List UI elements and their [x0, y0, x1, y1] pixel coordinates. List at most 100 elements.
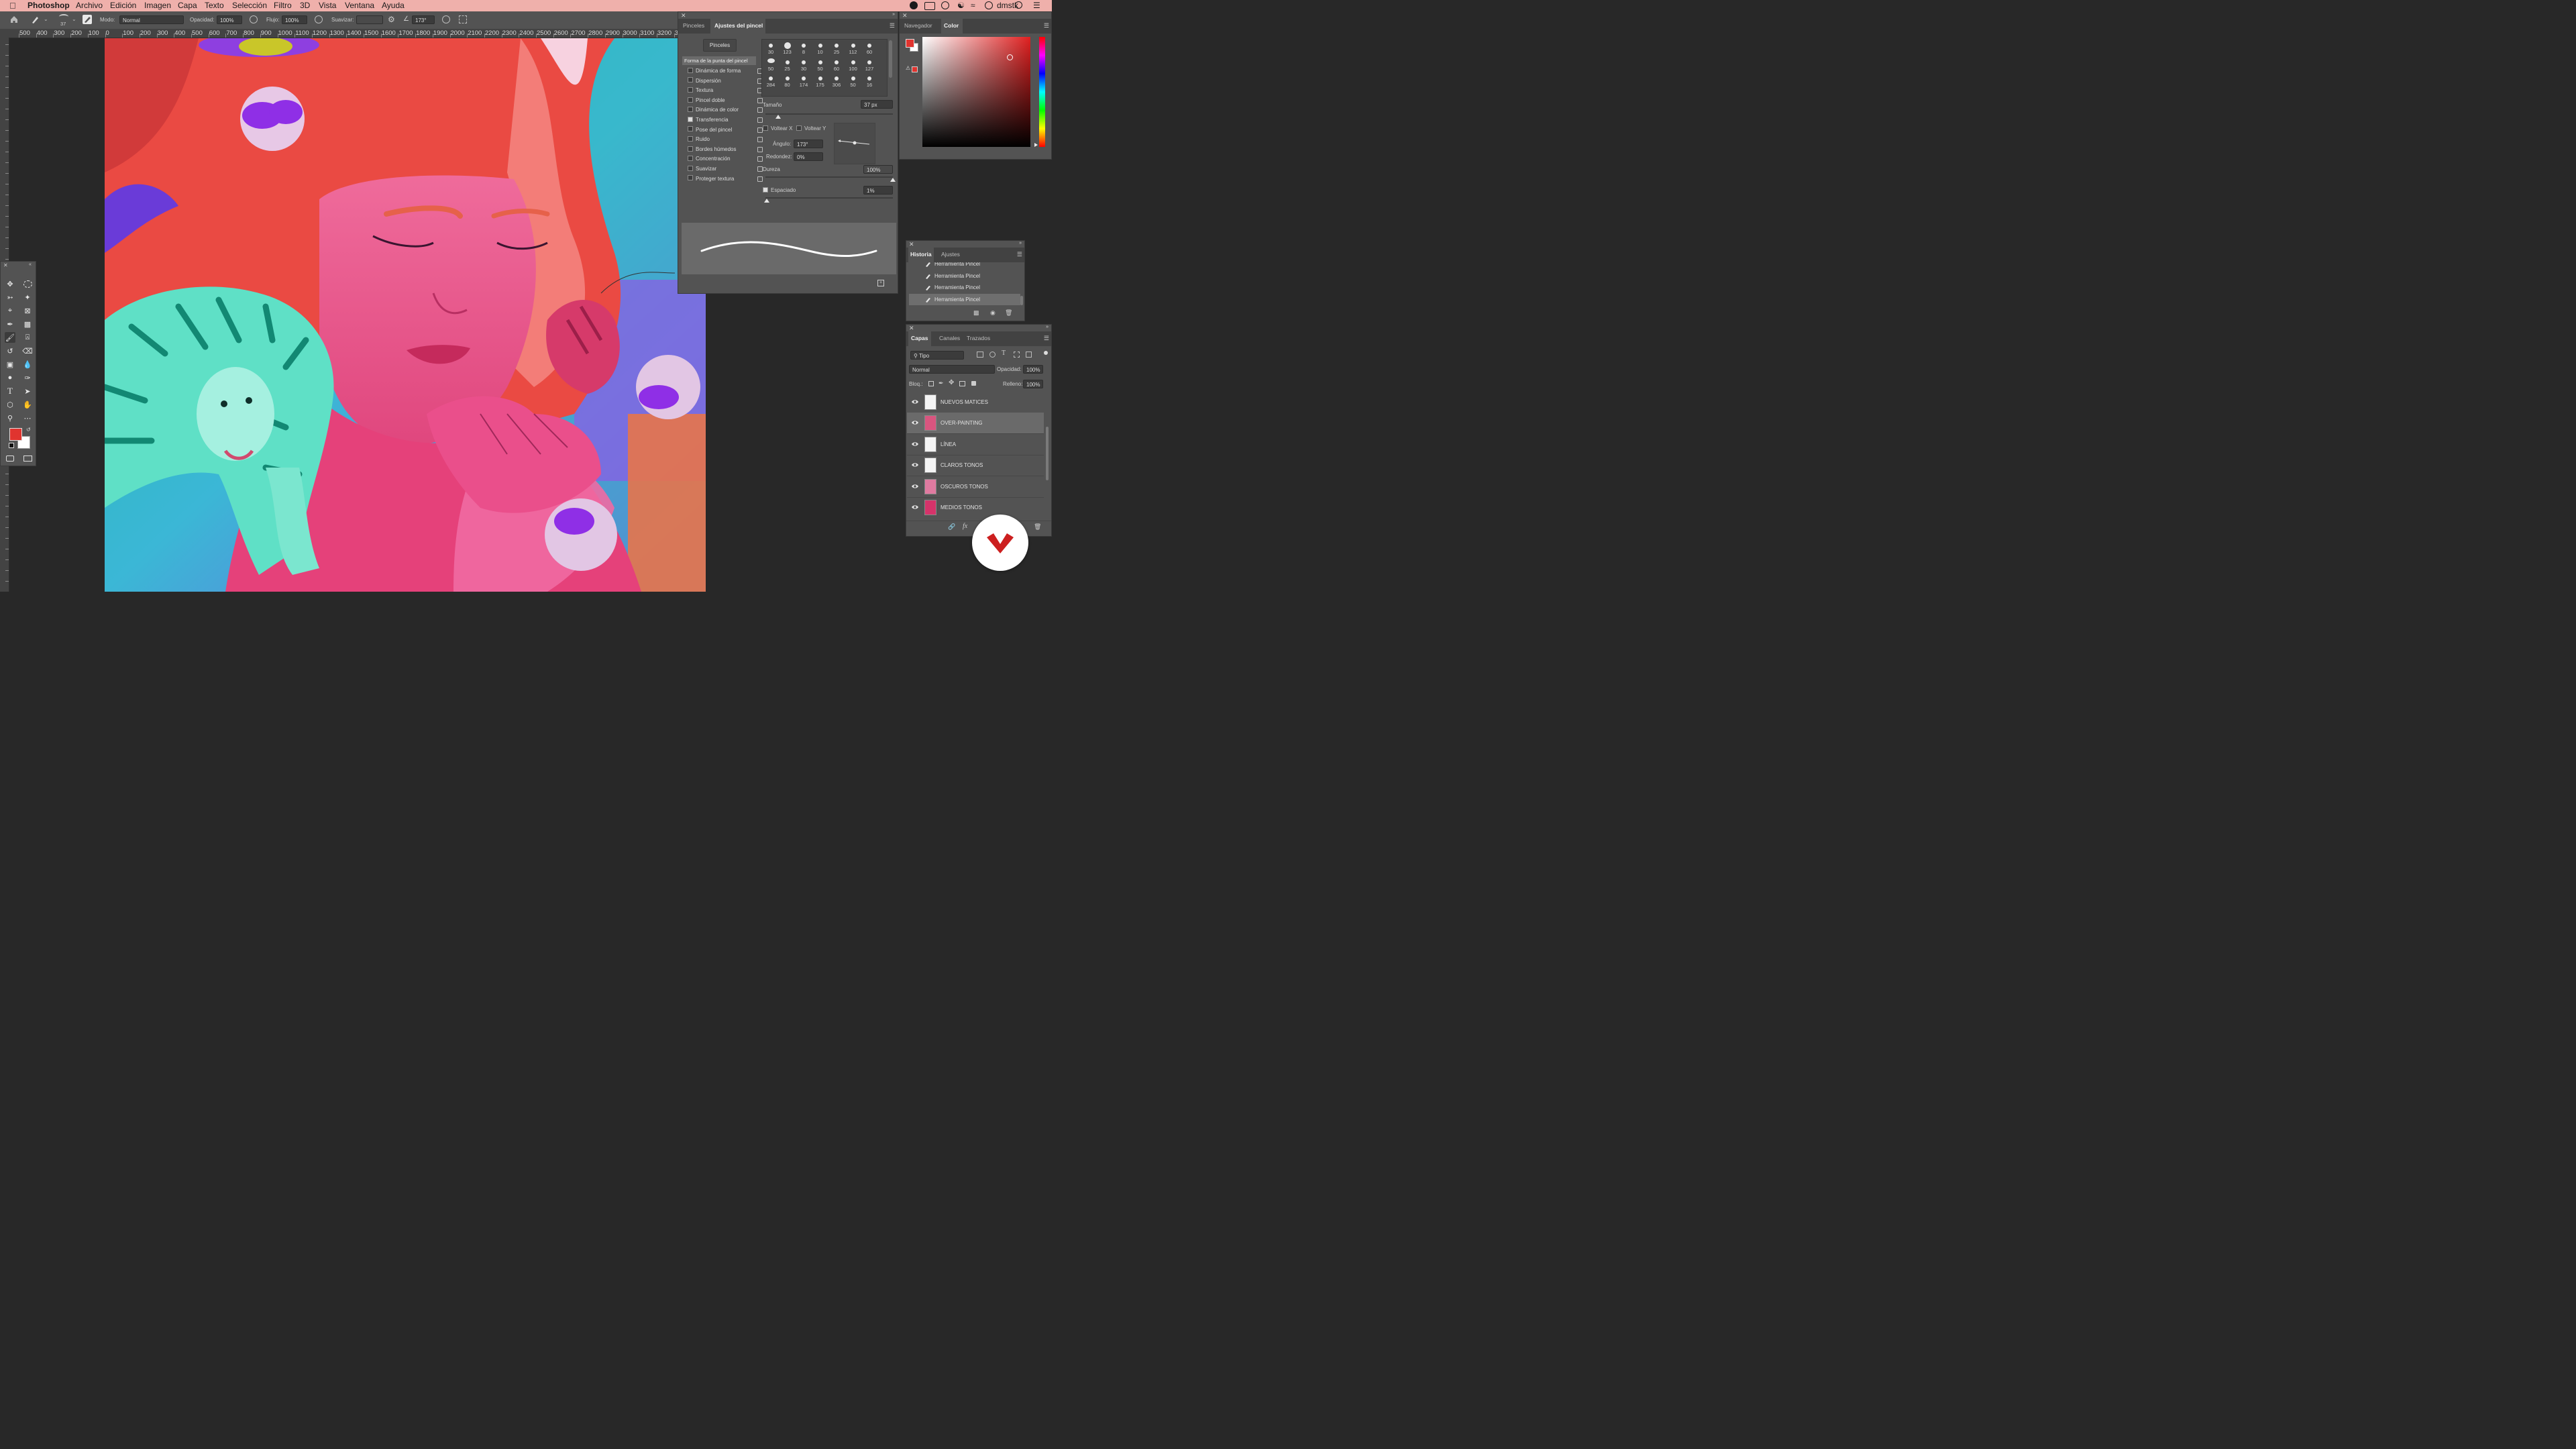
new-document-from-state-icon[interactable]: ▩	[973, 309, 979, 317]
size-slider-thumb[interactable]	[775, 115, 781, 119]
brush-tip-thumbnail[interactable]	[767, 58, 775, 63]
snapshot-camera-icon[interactable]: ◉	[990, 309, 996, 317]
healing-brush-tool-icon[interactable]: ▩	[22, 319, 33, 329]
menu-texto[interactable]: Texto	[205, 1, 224, 10]
hue-slider[interactable]	[1039, 37, 1045, 147]
lock-icon[interactable]	[757, 156, 763, 162]
smooth-input[interactable]	[356, 15, 383, 24]
tab-color[interactable]: Color	[944, 22, 959, 29]
tip-grid-scrollbar[interactable]	[889, 40, 892, 78]
spacing-slider-thumb[interactable]	[763, 199, 769, 203]
menu-archivo[interactable]: Archivo	[76, 1, 103, 10]
layer-row[interactable]: CLAROS TONOS	[907, 455, 1044, 477]
hardness-input[interactable]: 100%	[863, 165, 893, 174]
spacing-slider[interactable]	[763, 197, 893, 203]
color-field[interactable]	[922, 37, 1030, 147]
checkbox[interactable]	[688, 87, 693, 93]
spotlight-search-icon[interactable]	[1015, 1, 1022, 9]
hand-tool-icon[interactable]: ✋	[22, 399, 33, 410]
lasso-tool-icon[interactable]: ➳	[5, 292, 15, 303]
close-icon[interactable]: ✕	[902, 12, 908, 19]
notification-center-icon[interactable]: ☰	[1033, 1, 1040, 10]
flip-x-option[interactable]: Voltear X	[763, 125, 792, 131]
gear-icon[interactable]: ⚙	[388, 15, 395, 24]
swap-colors-icon[interactable]: ↺	[26, 427, 31, 433]
link-layers-icon[interactable]: 🔗	[948, 523, 955, 531]
checkbox[interactable]	[688, 107, 693, 113]
frame-tool-icon[interactable]: ⊠	[22, 305, 33, 316]
sync-icon[interactable]	[941, 1, 949, 9]
roundness-input[interactable]: 0%	[794, 152, 823, 161]
brush-tip-thumbnail[interactable]	[867, 60, 871, 64]
panel-menu-icon[interactable]: ☰	[890, 22, 895, 30]
brush-option-item[interactable]: Textura	[688, 86, 763, 95]
filter-type-icon[interactable]: T	[1002, 350, 1006, 357]
default-colors-icon[interactable]	[9, 443, 14, 448]
lock-image-icon[interactable]: ✒	[938, 380, 944, 387]
checkbox[interactable]	[688, 175, 693, 181]
brush-tip-thumbnail[interactable]	[818, 44, 822, 48]
lock-icon[interactable]	[757, 176, 763, 182]
apple-menu-icon[interactable]: 	[9, 1, 16, 11]
tab-capas[interactable]: Capas	[911, 335, 928, 341]
pen-tool-icon[interactable]: ✑	[22, 372, 33, 383]
tab-trazados[interactable]: Trazados	[967, 335, 990, 341]
menu-filtro[interactable]: Filtro	[274, 1, 292, 10]
wifi-icon[interactable]: ≈	[971, 1, 975, 10]
color-fg-swatch[interactable]	[906, 39, 914, 48]
document-canvas[interactable]	[105, 38, 706, 592]
fill-input[interactable]: 100%	[1023, 380, 1043, 388]
eraser-tool-icon[interactable]: ⌫	[22, 345, 33, 356]
pressure-opacity-icon[interactable]	[250, 15, 258, 23]
layer-row[interactable]: LÍNEA	[907, 434, 1044, 455]
flip-y-option[interactable]: Voltear Y	[796, 125, 826, 131]
history-item[interactable]: Herramienta Pincel	[909, 262, 1020, 270]
layer-row[interactable]: OSCUROS TONOS	[907, 476, 1044, 498]
angle-input[interactable]: 173°	[412, 15, 435, 24]
eye-icon[interactable]	[911, 440, 919, 448]
collapse-icon[interactable]: »	[1019, 241, 1022, 246]
brush-tip-shape-item[interactable]: Forma de la punta del pincel	[682, 56, 756, 65]
brush-option-item[interactable]: Pose del pincel	[688, 125, 763, 134]
brush-option-item[interactable]: Ruido	[688, 135, 763, 144]
brushes-button[interactable]: Pinceles	[703, 39, 737, 52]
brush-option-item[interactable]: Dinámica de forma	[688, 66, 763, 75]
menu-imagen[interactable]: Imagen	[144, 1, 171, 10]
brush-tip-thumbnail[interactable]	[769, 76, 773, 80]
layer-row[interactable]: NUEVOS MATICES	[907, 392, 1044, 413]
layer-style-fx-icon[interactable]: fx	[963, 523, 967, 530]
type-tool-icon[interactable]: T	[5, 386, 15, 396]
layers-scrollbar[interactable]	[1046, 427, 1049, 480]
filter-toggle-icon[interactable]	[1044, 351, 1048, 355]
lock-transparent-icon[interactable]	[928, 381, 934, 386]
brush-tip-grid[interactable]: 30 123 8 10 25 112 60 50 25 30 50 60 100 127 284 80 174 1…	[761, 39, 888, 97]
angle-roundness-preview[interactable]	[834, 123, 875, 164]
app-menu[interactable]: Photoshop	[28, 1, 70, 10]
screen-mode-icon[interactable]	[23, 455, 32, 462]
chevron-down-icon[interactable]: ⌄	[72, 16, 76, 22]
collapse-icon[interactable]: «	[29, 262, 32, 267]
history-scrollbar[interactable]	[1020, 296, 1023, 305]
checkbox[interactable]	[688, 67, 693, 73]
path-selection-tool-icon[interactable]: ➤	[22, 386, 33, 396]
close-icon[interactable]: ✕	[3, 262, 8, 268]
layer-filter-select[interactable]: ⚲ Tipo	[910, 351, 964, 360]
eye-icon[interactable]	[911, 503, 919, 511]
tab-ajustes[interactable]: Ajustes	[941, 251, 960, 258]
filter-shape-icon[interactable]	[1014, 352, 1020, 358]
more-tools-icon[interactable]: ⋯	[22, 413, 33, 423]
chevron-down-icon[interactable]: ⌄	[44, 16, 48, 22]
home-icon[interactable]	[9, 15, 19, 24]
panel-menu-icon[interactable]: ☰	[1044, 22, 1049, 30]
hardness-slider[interactable]	[765, 176, 896, 182]
checkbox[interactable]	[688, 116, 693, 122]
checkbox[interactable]	[688, 165, 693, 171]
checkbox[interactable]	[688, 77, 693, 83]
menu-ventana[interactable]: Ventana	[345, 1, 374, 10]
panel-menu-icon[interactable]: ☰	[1017, 251, 1022, 258]
lock-icon[interactable]	[757, 166, 763, 172]
tab-historia[interactable]: Historia	[910, 251, 932, 258]
color-picker-cursor[interactable]	[1007, 54, 1013, 60]
brush-tip-thumbnail[interactable]	[769, 44, 773, 48]
brush-tool-icon[interactable]: 🖌	[5, 332, 15, 343]
